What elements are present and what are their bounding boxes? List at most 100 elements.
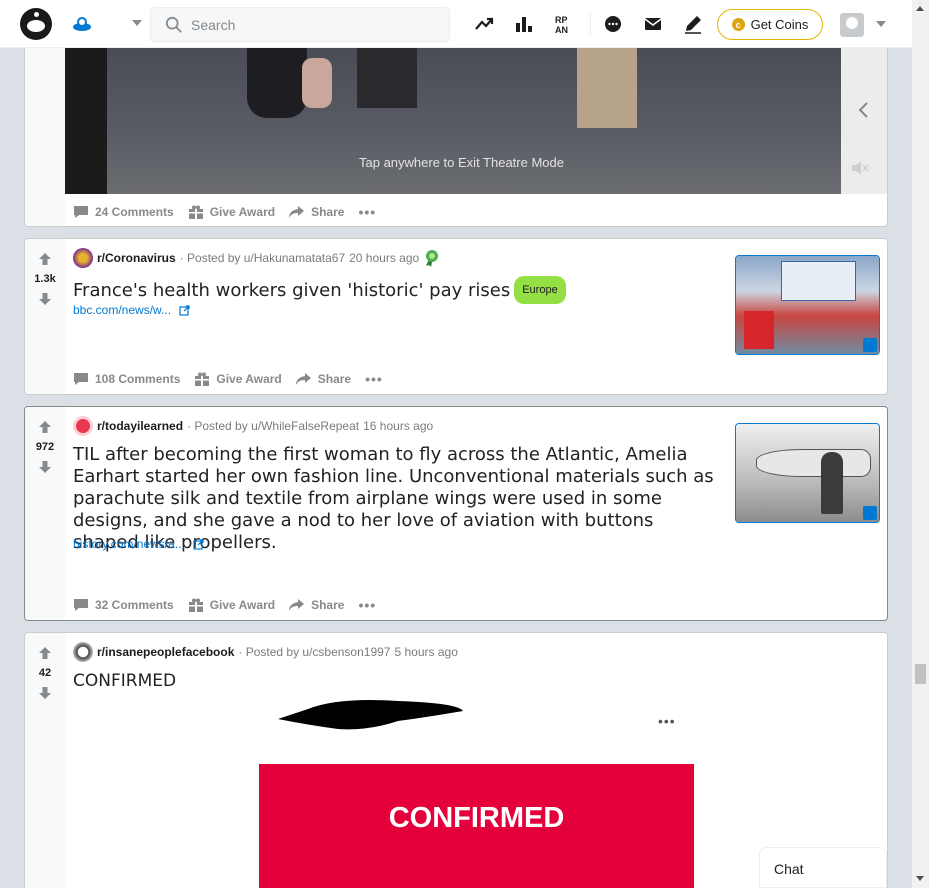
post-thumbnail[interactable] — [735, 255, 880, 355]
give-award-button[interactable]: Give Award — [188, 205, 275, 219]
vote-column: 972 — [25, 407, 65, 620]
vote-column: 1.3k — [25, 239, 65, 394]
share-arrow-icon — [289, 206, 305, 218]
posted-by[interactable]: · Posted by u/csbenson1997 — [238, 645, 390, 659]
airplane-body-shape — [756, 449, 871, 477]
scroll-up-arrow-icon[interactable] — [916, 6, 924, 11]
redacted-scribble — [278, 695, 468, 735]
more-options-icon[interactable]: ••• — [358, 204, 376, 220]
subreddit-link[interactable]: r/insanepeoplefacebook — [97, 645, 234, 659]
video-figure-shape — [247, 48, 307, 118]
comment-icon — [74, 206, 88, 218]
post-thumbnail[interactable] — [735, 423, 880, 523]
scrollbar-thumb[interactable] — [915, 664, 926, 684]
svg-text:AN: AN — [555, 25, 568, 34]
post-title[interactable]: France's health workers given 'historic'… — [73, 276, 723, 304]
post-meta: r/todayilearned · Posted by u/WhileFalse… — [73, 416, 433, 436]
svg-text:RP: RP — [555, 15, 568, 25]
exit-theatre-mode-text[interactable]: Tap anywhere to Exit Theatre Mode — [359, 155, 564, 170]
give-award-button[interactable]: Give Award — [188, 598, 275, 612]
post-flair[interactable]: Europe — [514, 276, 566, 304]
comment-icon — [74, 373, 88, 385]
gift-icon — [195, 372, 210, 386]
share-arrow-icon — [289, 599, 305, 611]
post-title[interactable]: CONFIRMED — [73, 670, 176, 692]
downvote-arrow-icon[interactable] — [38, 292, 52, 306]
post-actions: 108 Comments Give Award Share ••• — [73, 371, 383, 387]
vote-count: 42 — [38, 667, 52, 679]
comment-icon — [74, 599, 88, 611]
comments-button[interactable]: 108 Comments — [73, 372, 180, 386]
post-image[interactable]: CONFIRMED — [259, 764, 694, 888]
video-legs-shape — [577, 48, 637, 128]
share-button[interactable]: Share — [295, 372, 351, 386]
vote-count: 972 — [35, 441, 55, 453]
subreddit-todayilearned-icon[interactable] — [73, 416, 93, 436]
more-options-icon[interactable]: ••• — [358, 597, 376, 613]
chat-tab[interactable]: Chat — [759, 847, 887, 888]
get-coins-button[interactable]: c Get Coins — [717, 9, 823, 40]
feed-dropdown-chevron-icon[interactable] — [132, 20, 142, 26]
search-input[interactable] — [191, 14, 431, 36]
trending-icon[interactable] — [474, 14, 494, 34]
rpan-icon[interactable]: RPAN — [554, 14, 574, 34]
upvote-arrow-icon[interactable] — [38, 646, 52, 660]
post-card[interactable]: 1.3k r/Coronavirus · Posted by u/Hakunam… — [24, 238, 888, 395]
external-link-icon — [179, 304, 190, 316]
post-link[interactable]: history.com/news/a... — [73, 537, 204, 551]
user-menu-chevron-icon[interactable] — [876, 21, 886, 27]
post-card[interactable]: 972 r/todayilearned · Posted by u/WhileF… — [24, 406, 888, 621]
video-hand-shape — [302, 58, 332, 108]
search-bar[interactable] — [150, 7, 450, 42]
chevron-left-icon[interactable] — [856, 100, 872, 120]
comments-button[interactable]: 24 Comments — [73, 205, 174, 219]
award-badge-icon[interactable] — [423, 249, 441, 267]
post-time[interactable]: 16 hours ago — [363, 419, 433, 433]
search-icon — [165, 16, 182, 33]
protest-flag-shape — [744, 311, 774, 349]
more-options-icon[interactable]: ••• — [658, 713, 676, 729]
subreddit-insanepeoplefacebook-icon[interactable] — [73, 642, 93, 662]
video-figure-shape-2 — [357, 48, 417, 108]
video-player[interactable]: Tap anywhere to Exit Theatre Mode — [65, 48, 887, 194]
person-figure-shape — [821, 452, 843, 514]
upvote-arrow-icon[interactable] — [38, 252, 52, 266]
share-arrow-icon — [295, 373, 311, 385]
leaderboard-icon[interactable] — [514, 14, 534, 34]
user-avatar[interactable] — [840, 13, 864, 37]
vote-column — [25, 48, 65, 226]
give-award-button[interactable]: Give Award — [194, 372, 282, 386]
video-frame-image — [107, 48, 877, 194]
scroll-down-arrow-icon[interactable] — [916, 876, 924, 881]
post-time[interactable]: 20 hours ago — [349, 251, 419, 265]
downvote-arrow-icon[interactable] — [38, 460, 52, 474]
posted-by[interactable]: · Posted by u/WhileFalseRepeat — [187, 419, 359, 433]
header-divider — [590, 12, 591, 36]
muted-speaker-icon[interactable] — [851, 160, 869, 176]
video-post-card[interactable]: Tap anywhere to Exit Theatre Mode 24 Com… — [24, 48, 888, 227]
external-link-icon — [193, 538, 204, 550]
page-scrollbar[interactable] — [912, 0, 929, 888]
subreddit-link[interactable]: r/Coronavirus — [97, 251, 176, 265]
share-button[interactable]: Share — [289, 205, 344, 219]
posted-by[interactable]: · Posted by u/Hakunamatata67 — [180, 251, 345, 265]
mail-icon[interactable] — [643, 14, 663, 34]
comments-button[interactable]: 32 Comments — [73, 598, 174, 612]
post-time[interactable]: 5 hours ago — [394, 645, 457, 659]
external-link-icon — [863, 506, 877, 520]
share-button[interactable]: Share — [289, 598, 344, 612]
more-options-icon[interactable]: ••• — [365, 371, 383, 387]
subreddit-coronavirus-icon[interactable] — [73, 248, 93, 268]
post-link[interactable]: bbc.com/news/w... — [73, 303, 190, 317]
top-header: RPAN c Get Coins — [0, 0, 912, 48]
upvote-arrow-icon[interactable] — [38, 420, 52, 434]
vote-count: 1.3k — [34, 273, 56, 285]
reddit-logo-icon[interactable] — [20, 8, 52, 40]
post-card[interactable]: 42 r/insanepeoplefacebook · Posted by u/… — [24, 632, 888, 888]
subreddit-link[interactable]: r/todayilearned — [97, 419, 183, 433]
downvote-arrow-icon[interactable] — [38, 686, 52, 700]
home-feed-icon[interactable] — [72, 14, 92, 34]
post-meta: r/insanepeoplefacebook · Posted by u/csb… — [73, 642, 458, 662]
create-post-pencil-icon[interactable] — [683, 14, 703, 34]
chat-icon[interactable] — [603, 14, 623, 34]
